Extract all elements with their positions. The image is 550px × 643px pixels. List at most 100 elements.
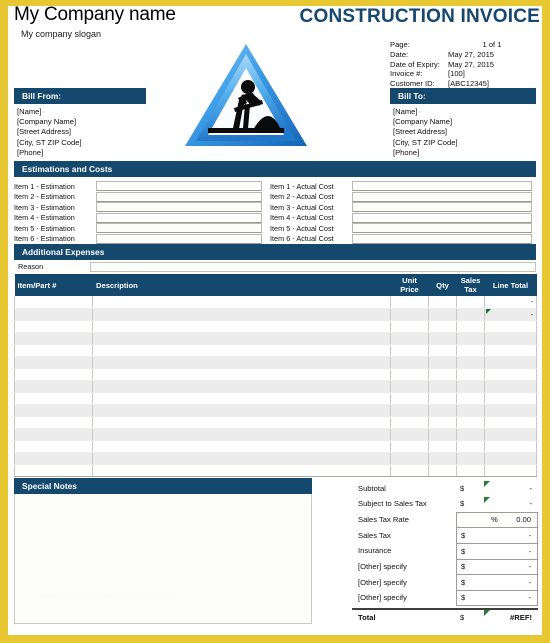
qty-cell[interactable] [428, 368, 457, 381]
special-notes-input[interactable]: www.thelayoutmakingdesign.com [14, 494, 312, 625]
unit-price-cell[interactable] [390, 428, 429, 442]
estimation-input[interactable] [96, 223, 262, 234]
unit-price-cell[interactable] [390, 356, 429, 369]
sales-tax-cell[interactable] [456, 452, 485, 466]
line-total-cell[interactable] [484, 440, 537, 454]
table-row[interactable] [14, 356, 537, 369]
qty-cell[interactable] [428, 404, 457, 417]
description-cell[interactable] [92, 332, 391, 345]
totals-value-field[interactable]: $ - [456, 558, 538, 575]
totals-value-field[interactable]: $ - [456, 574, 538, 591]
qty-cell[interactable] [428, 332, 457, 345]
table-row[interactable] [14, 464, 537, 478]
description-cell[interactable] [92, 416, 391, 430]
table-row[interactable] [14, 380, 537, 393]
sales-tax-cell[interactable] [456, 428, 485, 442]
qty-cell[interactable] [428, 380, 457, 393]
table-row[interactable] [14, 344, 537, 357]
unit-price-cell[interactable] [390, 416, 429, 430]
item-part-cell[interactable] [14, 332, 93, 345]
table-row[interactable] [14, 428, 537, 442]
qty-cell[interactable] [428, 440, 457, 454]
description-cell[interactable] [92, 356, 391, 369]
qty-cell[interactable] [428, 416, 457, 430]
description-cell[interactable] [92, 428, 391, 442]
item-part-cell[interactable] [14, 320, 93, 333]
totals-value-field[interactable]: $ - [456, 590, 538, 606]
line-total-cell[interactable] [484, 416, 537, 430]
item-part-cell[interactable] [14, 308, 93, 321]
unit-price-cell[interactable] [390, 332, 429, 345]
qty-cell[interactable] [428, 344, 457, 357]
qty-cell[interactable] [428, 428, 457, 442]
description-cell[interactable] [92, 440, 391, 454]
sales-tax-cell[interactable] [456, 344, 485, 357]
description-cell[interactable] [92, 344, 391, 357]
sales-tax-cell[interactable] [456, 332, 485, 345]
item-part-cell[interactable] [14, 416, 93, 430]
line-total-cell[interactable] [484, 392, 537, 405]
reason-input[interactable] [90, 261, 536, 272]
line-total-cell[interactable]: - [484, 296, 537, 309]
sales-tax-cell[interactable] [456, 440, 485, 454]
actual-cost-input[interactable] [352, 191, 532, 202]
totals-value-field[interactable]: % 0.00 [456, 511, 538, 528]
item-part-cell[interactable] [14, 392, 93, 405]
line-total-cell[interactable] [484, 356, 537, 369]
description-cell[interactable] [92, 368, 391, 381]
sales-tax-cell[interactable] [456, 380, 485, 393]
table-row[interactable]: - [14, 296, 537, 309]
sales-tax-cell[interactable] [456, 392, 485, 405]
line-total-cell[interactable]: - [484, 308, 537, 321]
description-cell[interactable] [92, 392, 391, 405]
item-part-cell[interactable] [14, 356, 93, 369]
sales-tax-cell[interactable] [456, 320, 485, 333]
sales-tax-cell[interactable] [456, 464, 485, 478]
unit-price-cell[interactable] [390, 380, 429, 393]
sales-tax-cell[interactable] [456, 356, 485, 369]
description-cell[interactable] [92, 308, 391, 321]
table-row[interactable]: - [14, 308, 537, 321]
unit-price-cell[interactable] [390, 344, 429, 357]
totals-value-field[interactable]: $ - [456, 496, 538, 512]
table-row[interactable] [14, 440, 537, 454]
qty-cell[interactable] [428, 296, 457, 309]
item-part-cell[interactable] [14, 452, 93, 466]
qty-cell[interactable] [428, 452, 457, 466]
estimation-input[interactable] [96, 181, 262, 192]
actual-cost-input[interactable] [352, 233, 532, 244]
table-row[interactable] [14, 368, 537, 381]
totals-value-field[interactable]: $ - [456, 480, 538, 496]
description-cell[interactable] [92, 380, 391, 393]
line-total-cell[interactable] [484, 428, 537, 442]
unit-price-cell[interactable] [390, 392, 429, 405]
sales-tax-cell[interactable] [456, 416, 485, 430]
line-total-cell[interactable] [484, 464, 537, 478]
estimation-input[interactable] [96, 202, 262, 213]
item-part-cell[interactable] [14, 380, 93, 393]
line-total-cell[interactable] [484, 452, 537, 466]
table-row[interactable] [14, 416, 537, 430]
actual-cost-input[interactable] [352, 212, 532, 223]
bill-from-lines[interactable]: [Name] [Company Name] [Street Address] [… [14, 104, 146, 158]
item-part-cell[interactable] [14, 464, 93, 478]
qty-cell[interactable] [428, 308, 457, 321]
table-row[interactable] [14, 392, 537, 405]
unit-price-cell[interactable] [390, 404, 429, 417]
sales-tax-cell[interactable] [456, 368, 485, 381]
description-cell[interactable] [92, 452, 391, 466]
qty-cell[interactable] [428, 392, 457, 405]
unit-price-cell[interactable] [390, 464, 429, 478]
table-row[interactable] [14, 404, 537, 417]
actual-cost-input[interactable] [352, 202, 532, 213]
line-total-cell[interactable] [484, 404, 537, 417]
unit-price-cell[interactable] [390, 296, 429, 309]
item-part-cell[interactable] [14, 344, 93, 357]
qty-cell[interactable] [428, 356, 457, 369]
item-part-cell[interactable] [14, 296, 93, 309]
qty-cell[interactable] [428, 320, 457, 333]
estimation-input[interactable] [96, 191, 262, 202]
actual-cost-input[interactable] [352, 181, 532, 192]
unit-price-cell[interactable] [390, 308, 429, 321]
totals-value-field[interactable]: $ - [456, 542, 538, 559]
